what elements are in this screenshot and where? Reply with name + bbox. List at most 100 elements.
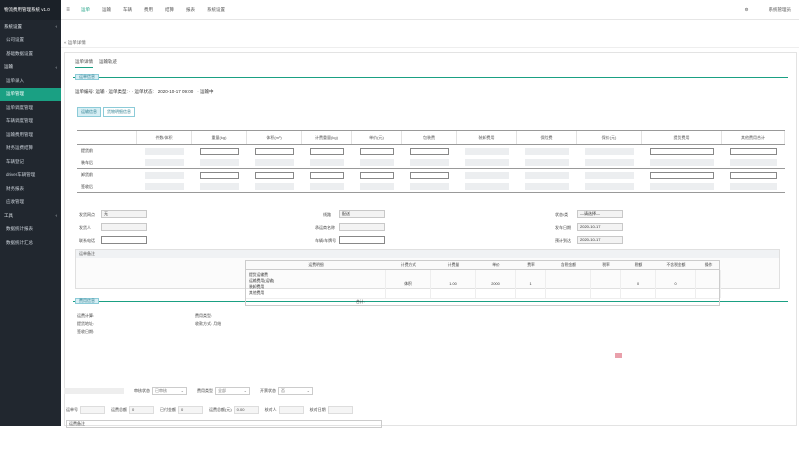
grid-input-cell[interactable] — [310, 171, 344, 179]
date-input[interactable]: 2020-10-17 — [577, 223, 623, 231]
grid-input-cell[interactable] — [730, 159, 777, 166]
carrier-input[interactable] — [339, 223, 385, 231]
hamburger-menu-icon[interactable]: ≡ — [61, 7, 75, 13]
sidebar-item[interactable]: 基础数据设置 — [0, 47, 61, 61]
grid-input-cell[interactable] — [730, 171, 777, 179]
grid-input-cell[interactable] — [585, 159, 634, 166]
grid-input-cell[interactable] — [585, 171, 634, 179]
phone-input[interactable] — [101, 236, 147, 244]
seg-tab-goods[interactable]: 货物明细信息 — [103, 107, 135, 117]
sidebar-item[interactable]: 数据统计报表 — [0, 223, 61, 237]
grid-input-cell[interactable] — [360, 171, 394, 179]
sidebar-item[interactable]: 运输费用管理 — [0, 128, 61, 142]
grid-input-cell[interactable] — [145, 183, 184, 190]
filter-invoice-select[interactable]: 否 ⌄ — [278, 387, 313, 395]
grid-input-cell[interactable] — [200, 183, 239, 190]
grid-input-cell[interactable] — [525, 171, 569, 179]
sidebar-item[interactable]: 车辆登记 — [0, 155, 61, 169]
grid-input-cell[interactable] — [310, 159, 344, 166]
grid-input-cell[interactable] — [650, 159, 714, 166]
sender-input[interactable] — [101, 223, 147, 231]
settings-icon[interactable]: ⚙ — [744, 7, 748, 13]
subtab-detail[interactable]: 运单详情 — [75, 59, 93, 68]
sidebar-item[interactable]: 财务运费结算 — [0, 142, 61, 156]
top-nav-item[interactable]: 费用 — [138, 7, 159, 13]
grid-input-cell[interactable] — [585, 147, 634, 155]
sidebar-item[interactable]: 数据统计汇总 — [0, 236, 61, 250]
grid-input-cell[interactable] — [650, 147, 714, 155]
grid-input-cell[interactable] — [525, 183, 569, 190]
sidebar-item[interactable]: 运单调度管理 — [0, 101, 61, 115]
fee-cell: 2000 — [476, 270, 516, 298]
grid-input-cell[interactable] — [200, 171, 239, 179]
user-menu[interactable]: 系统管理员 — [769, 7, 792, 13]
color-marker — [615, 353, 622, 358]
summary-value[interactable] — [80, 406, 105, 414]
status-select[interactable]: —请选择— — [577, 210, 623, 218]
bottom-remark-input[interactable]: 运费备注 — [66, 420, 382, 428]
grid-input-cell[interactable] — [730, 147, 777, 155]
grid-input-cell[interactable] — [145, 147, 184, 155]
grid-input-cell[interactable] — [255, 183, 294, 190]
top-nav-item[interactable]: 车辆 — [117, 7, 138, 13]
sidebar-item[interactable]: 运单录入 — [0, 74, 61, 88]
grid-input-cell[interactable] — [200, 159, 239, 166]
grid-input-cell[interactable] — [255, 171, 294, 179]
top-nav-item[interactable]: 系统设置 — [201, 7, 231, 13]
shipper-input[interactable]: 无 — [101, 210, 147, 218]
summary-value[interactable]: 0 — [129, 406, 154, 414]
sidebar-group[interactable]: 运输 ‹ — [0, 61, 61, 75]
subtab-track[interactable]: 运输轨迹 — [99, 59, 117, 68]
filter-audit-select[interactable]: 已审核 ⌄ — [152, 387, 187, 395]
top-nav-item[interactable]: 运输 — [96, 7, 117, 13]
grid-input-cell[interactable] — [650, 183, 714, 190]
grid-input-cell[interactable] — [145, 159, 184, 166]
sidebar-item[interactable]: 财务报表 — [0, 182, 61, 196]
seg-tab-transport[interactable]: 运输信息 — [77, 107, 101, 117]
summary-value[interactable] — [327, 406, 353, 414]
grid-input-cell[interactable] — [360, 147, 394, 155]
grid-input-cell[interactable] — [200, 147, 239, 155]
sidebar-item[interactable]: 应收管理 — [0, 196, 61, 210]
grid-input-cell[interactable] — [465, 147, 509, 155]
grid-input-cell[interactable] — [145, 171, 184, 179]
filter-type-select[interactable]: 全部 ⌄ — [215, 387, 250, 395]
sidebar-item[interactable]: 运单管理 — [0, 87, 61, 101]
sidebar-item[interactable]: driver车辆管理 — [0, 169, 61, 183]
grid-input-cell[interactable] — [650, 171, 714, 179]
vehicle-input[interactable] — [339, 236, 385, 244]
top-nav-item[interactable]: 结算 — [159, 7, 180, 13]
sidebar-group[interactable]: 工具 ‹ — [0, 209, 61, 223]
sidebar-group[interactable]: 系统设置 ‹ — [0, 20, 61, 34]
sidebar-item-label: 应收管理 — [6, 199, 24, 205]
arrive-input[interactable]: 2020-10-17 — [577, 236, 623, 244]
grid-input-cell[interactable] — [525, 147, 569, 155]
summary-value[interactable] — [278, 406, 304, 414]
grid-input-cell[interactable] — [410, 183, 449, 190]
grid-input-cell[interactable] — [525, 159, 569, 166]
grid-input-cell[interactable] — [465, 171, 509, 179]
summary-value[interactable]: 0 — [178, 406, 203, 414]
grid-input-cell[interactable] — [255, 159, 294, 166]
summary-value[interactable]: 0.00 — [233, 406, 259, 414]
top-nav-item[interactable]: 运单 — [75, 7, 96, 13]
grid-input-cell[interactable] — [310, 147, 344, 155]
grid-input-cell[interactable] — [410, 159, 449, 166]
chevron-down-icon: ⌄ — [180, 388, 184, 393]
sidebar-item[interactable]: 公司设置 — [0, 34, 61, 48]
grid-input-cell[interactable] — [310, 183, 344, 190]
grid-input-cell[interactable] — [585, 183, 634, 190]
grid-input-cell[interactable] — [360, 159, 394, 166]
top-nav-item[interactable]: 报表 — [180, 7, 201, 13]
sidebar-item[interactable]: 车辆调度管理 — [0, 115, 61, 129]
grid-input-cell[interactable] — [410, 171, 449, 179]
grid-input-cell[interactable] — [360, 183, 394, 190]
grid-input-cell[interactable] — [410, 147, 449, 155]
grid-input-cell[interactable] — [255, 147, 294, 155]
fee-header-cell: 含税金额 — [560, 262, 577, 267]
grid-input-cell[interactable] — [730, 183, 777, 190]
grid-input-cell[interactable] — [465, 183, 509, 190]
route-input[interactable]: 配送 — [339, 210, 385, 218]
tab-waybill-detail[interactable]: « 运单详情 — [64, 40, 86, 46]
grid-input-cell[interactable] — [465, 159, 509, 166]
